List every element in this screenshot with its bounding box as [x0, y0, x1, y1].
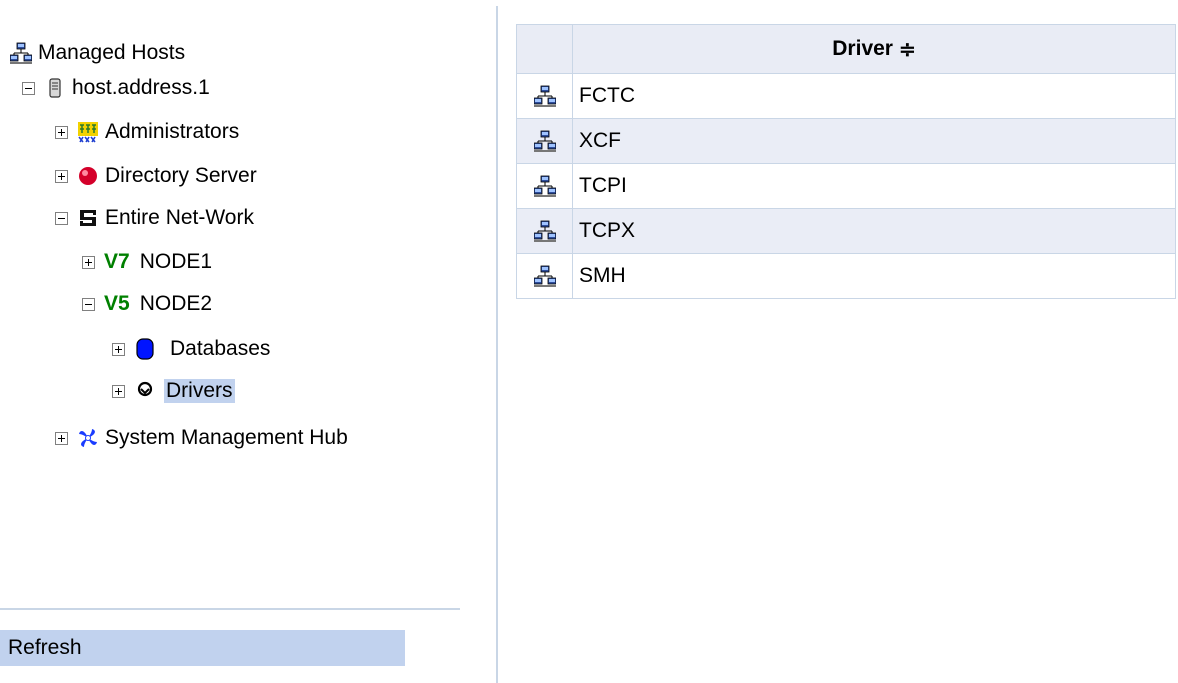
- tree-node-entire-network[interactable]: Entire Net-Work: [55, 202, 256, 234]
- driver-name[interactable]: TCPI: [572, 163, 1176, 209]
- row-icon-cell: [516, 253, 573, 299]
- expand-toggle-icon[interactable]: [55, 125, 68, 139]
- network-driver-icon: [533, 175, 556, 198]
- sort-icon[interactable]: ≑: [899, 39, 916, 61]
- tree-label-selected: Drivers: [164, 379, 235, 403]
- collapse-toggle-icon[interactable]: [82, 297, 95, 311]
- network-icon: [80, 210, 96, 226]
- tree-node-administrators[interactable]: Administrators: [55, 116, 241, 148]
- expand-toggle-icon[interactable]: [55, 431, 68, 445]
- tree-node-node1[interactable]: V7 NODE1: [82, 246, 214, 278]
- tree-node-directory-server[interactable]: Directory Server: [55, 160, 259, 192]
- row-icon-cell: [516, 118, 573, 164]
- row-icon-cell: [516, 163, 573, 209]
- expand-toggle-icon[interactable]: [82, 255, 95, 269]
- pane-divider: [0, 608, 460, 610]
- version-badge: V5: [104, 292, 130, 315]
- version-badge: V7: [104, 250, 130, 273]
- refresh-button[interactable]: Refresh: [0, 630, 405, 666]
- tree-label: Managed Hosts: [38, 41, 186, 64]
- column-header-label: Driver: [832, 36, 893, 60]
- tree-label: System Management Hub: [105, 426, 348, 449]
- driver-name[interactable]: SMH: [572, 253, 1176, 299]
- tree-node-drivers[interactable]: Drivers: [112, 375, 235, 407]
- tree-node-node2[interactable]: V5 NODE2: [82, 288, 214, 320]
- network-driver-icon: [533, 220, 556, 243]
- row-icon-cell: [516, 208, 573, 254]
- tree-label: host.address.1: [72, 76, 210, 99]
- navigation-tree: Managed Hosts host.address.1 Administrat…: [0, 0, 470, 683]
- table-row[interactable]: FCTC: [516, 73, 1176, 119]
- tree-node-system-management-hub[interactable]: System Management Hub: [55, 422, 350, 454]
- tree-label: NODE1: [139, 250, 213, 273]
- expand-toggle-icon[interactable]: [112, 384, 125, 398]
- driver-name[interactable]: XCF: [572, 118, 1176, 164]
- network-driver-icon: [533, 265, 556, 288]
- tree-label: Directory Server: [105, 164, 257, 187]
- table-row[interactable]: XCF: [516, 118, 1176, 164]
- drivers-table: Driver ≑ FCTC XCF TCPI TCPX SMH: [516, 24, 1176, 299]
- tree-label: Databases: [170, 337, 271, 360]
- smh-icon: [79, 429, 97, 447]
- tree-label: Administrators: [105, 120, 240, 143]
- tree-label: NODE2: [139, 292, 213, 315]
- driver-name[interactable]: FCTC: [572, 73, 1176, 119]
- network-driver-icon: [533, 130, 556, 153]
- row-icon-cell: [516, 73, 573, 119]
- expand-toggle-icon[interactable]: [112, 342, 125, 356]
- network-driver-icon: [533, 85, 556, 108]
- driver-column-header[interactable]: Driver ≑: [572, 24, 1176, 74]
- pane-splitter[interactable]: [496, 6, 498, 683]
- tree-node-managed-hosts[interactable]: Managed Hosts: [10, 37, 187, 69]
- table-row[interactable]: TCPX: [516, 208, 1176, 254]
- table-row[interactable]: TCPI: [516, 163, 1176, 209]
- table-header-row: Driver ≑: [516, 24, 1176, 74]
- driver-icon: [137, 381, 153, 397]
- icon-column-header: [516, 24, 573, 74]
- expand-toggle-icon[interactable]: [55, 169, 68, 183]
- collapse-toggle-icon[interactable]: [55, 211, 68, 225]
- tree-node-host[interactable]: host.address.1: [22, 72, 212, 104]
- server-icon: [49, 78, 61, 98]
- tree-node-databases[interactable]: Databases: [112, 333, 272, 365]
- tree-label: Entire Net-Work: [105, 206, 254, 229]
- administrators-icon: [78, 122, 98, 143]
- collapse-toggle-icon[interactable]: [22, 81, 35, 95]
- red-ball-icon: [79, 167, 97, 185]
- database-icon: [136, 338, 154, 360]
- driver-name[interactable]: TCPX: [572, 208, 1176, 254]
- network-hosts-icon: [10, 42, 32, 64]
- table-row[interactable]: SMH: [516, 253, 1176, 299]
